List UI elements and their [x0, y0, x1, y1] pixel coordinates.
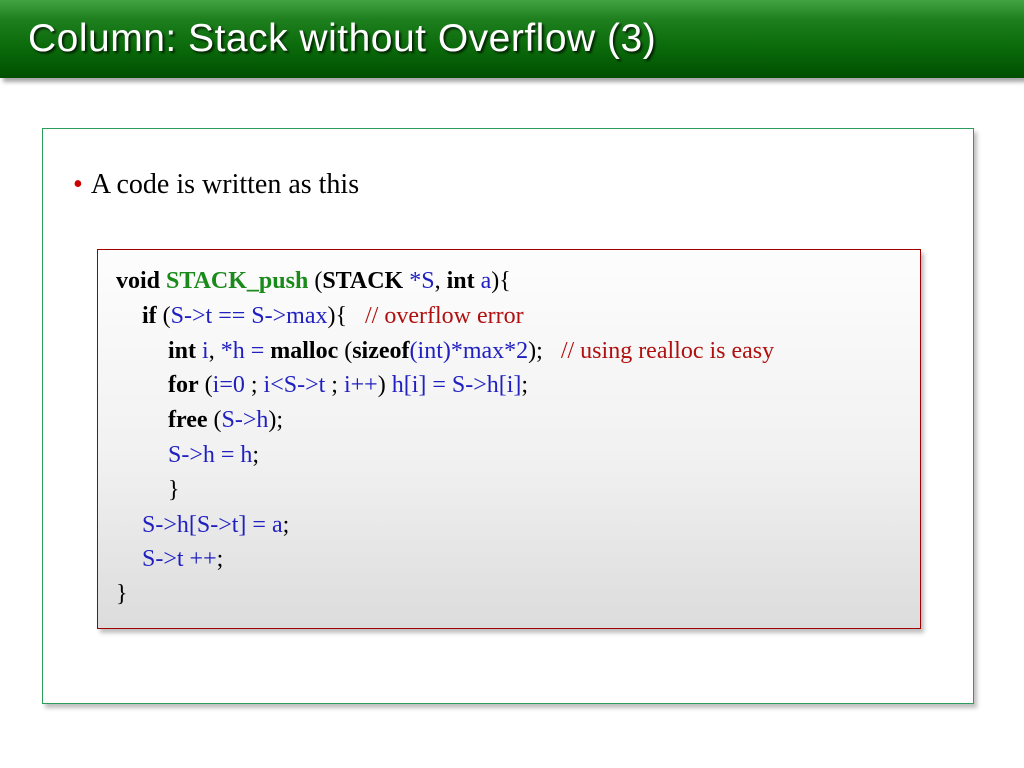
code-line: S->h = h;	[116, 438, 902, 473]
code-line: for (i=0 ; i<S->t ; i++) h[i] = S->h[i];	[116, 368, 902, 403]
brace: ){	[491, 268, 511, 294]
content-box: • A code is written as this void STACK_p…	[42, 128, 974, 704]
cond-expr: S->t == S->max	[171, 303, 328, 329]
semi: ;	[325, 372, 344, 398]
bullet-text: A code is written as this	[91, 169, 359, 201]
code-block: void STACK_push (STACK *S, int a){ if (S…	[97, 249, 921, 629]
title-bar: Column: Stack without Overflow (3)	[0, 0, 1024, 78]
type-int: int	[168, 338, 196, 364]
assign-h: S->h = h	[168, 442, 252, 468]
code-line: int i, *h = malloc (sizeof(int)*max*2); …	[116, 334, 902, 369]
code-line: if (S->t == S->max){ // overflow error	[116, 299, 902, 334]
keyword-if: if	[142, 303, 157, 329]
brace-close: }	[116, 581, 128, 607]
code-line: void STACK_push (STACK *S, int a){	[116, 264, 902, 299]
for-init: i=0	[213, 372, 245, 398]
func-name: STACK_push	[160, 268, 308, 294]
comment-overflow: // overflow error	[365, 303, 524, 329]
code-line: free (S->h);	[116, 403, 902, 438]
bullet-item: • A code is written as this	[73, 169, 943, 201]
for-cond: i<S->t	[264, 372, 326, 398]
brace-close: }	[168, 477, 180, 503]
semi: ;	[521, 372, 528, 398]
code-line: S->t ++;	[116, 542, 902, 577]
paren: (	[208, 407, 222, 433]
for-body: h[i] = S->h[i]	[392, 372, 522, 398]
assign-array: S->h[S->t] = a	[142, 512, 283, 538]
brace: ){	[327, 303, 365, 329]
paren: );	[268, 407, 283, 433]
comma: ,	[435, 268, 447, 294]
paren: (	[157, 303, 171, 329]
param-a: a	[475, 268, 492, 294]
slide: Column: Stack without Overflow (3) • A c…	[0, 0, 1024, 768]
func-malloc: malloc	[270, 338, 338, 364]
keyword-void: void	[116, 268, 160, 294]
paren: (	[199, 372, 213, 398]
semi: ;	[252, 442, 259, 468]
sizeof-arg: (int)*max*2	[410, 338, 529, 364]
code-line: }	[116, 473, 902, 508]
func-sizeof: sizeof	[352, 338, 409, 364]
slide-title: Column: Stack without Overflow (3)	[28, 17, 656, 61]
semi: ;	[217, 546, 224, 572]
param-s: *S	[403, 268, 434, 294]
bullet-icon: •	[73, 171, 83, 199]
code-line: S->h[S->t] = a;	[116, 508, 902, 543]
semi: ;	[245, 372, 264, 398]
comma: ,	[209, 338, 221, 364]
paren: (	[338, 338, 352, 364]
var-h: *h =	[221, 338, 265, 364]
var-i: i	[196, 338, 209, 364]
type-stack: STACK	[322, 268, 403, 294]
comment-realloc: // using realloc is easy	[561, 338, 774, 364]
type-int: int	[447, 268, 475, 294]
paren: );	[528, 338, 561, 364]
free-arg: S->h	[222, 407, 269, 433]
code-line: }	[116, 577, 902, 612]
inc-t: S->t ++	[142, 546, 217, 572]
semi: ;	[283, 512, 290, 538]
keyword-for: for	[168, 372, 199, 398]
paren: (	[308, 268, 322, 294]
for-inc: i++	[344, 372, 378, 398]
func-free: free	[168, 407, 208, 433]
paren: )	[378, 372, 392, 398]
